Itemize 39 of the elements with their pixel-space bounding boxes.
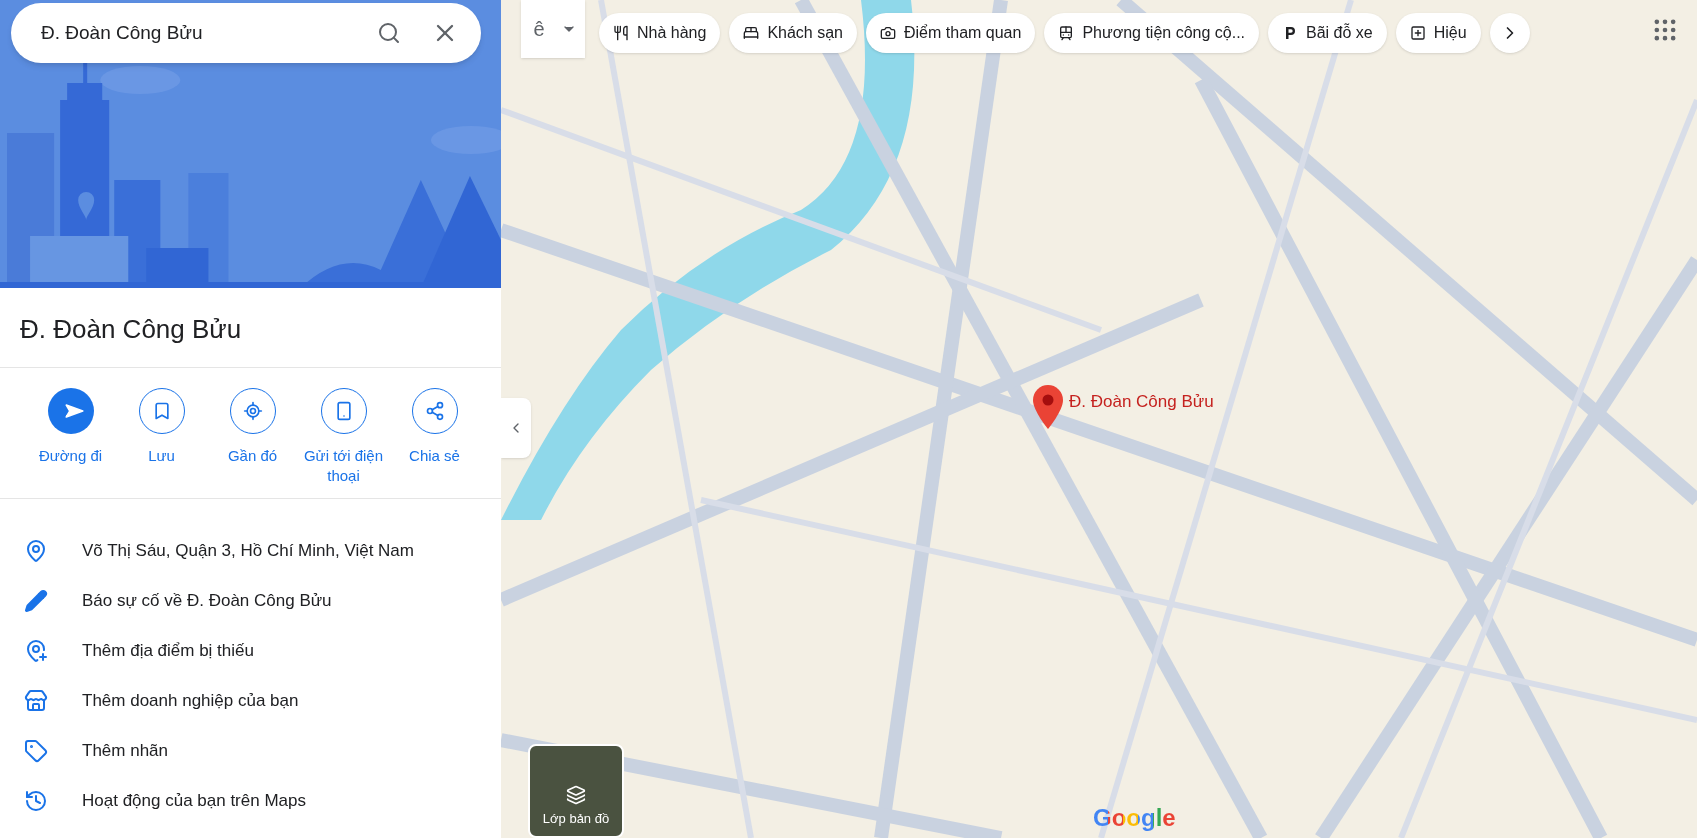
category-chip[interactable]: Bãi đỗ xe xyxy=(1268,13,1387,53)
search-bar[interactable]: Đ. Đoàn Công Bửu xyxy=(11,3,481,63)
train-icon xyxy=(1058,25,1075,41)
map-pin-icon xyxy=(1033,385,1063,429)
action-button[interactable]: Gửi tới điện thoại xyxy=(298,388,389,486)
layers-icon xyxy=(566,784,586,805)
action-button[interactable]: Lưu xyxy=(116,388,207,486)
info-row-text[interactable]: Thêm nhãn xyxy=(82,738,168,764)
store-icon xyxy=(24,689,48,713)
category-chip[interactable]: Phương tiện công cộ... xyxy=(1044,13,1260,53)
map-layers-button[interactable]: Lớp bản đồ xyxy=(528,744,624,838)
bed-icon xyxy=(743,25,760,41)
info-row-text[interactable]: Thêm địa điểm bị thiếu xyxy=(82,638,254,664)
pin-label: Đ. Đoàn Công Bửu xyxy=(1069,391,1214,414)
category-chip[interactable]: Điểm tham quan xyxy=(866,13,1036,53)
info-row-text[interactable]: Hoạt động của bạn trên Maps xyxy=(82,788,306,814)
history-icon xyxy=(24,789,48,813)
pharmacy-icon xyxy=(1409,25,1426,41)
share-icon xyxy=(424,401,445,421)
action-button[interactable]: Đường đi xyxy=(25,388,116,486)
search-icon xyxy=(377,21,401,45)
input-tool-button[interactable]: ê xyxy=(521,0,585,58)
info-row-text[interactable]: Thêm doanh nghiệp của bạn xyxy=(82,688,299,714)
category-chip[interactable]: Nhà hàng xyxy=(599,13,721,53)
camera-icon xyxy=(880,25,896,41)
action-button[interactable]: Chia sẻ xyxy=(389,388,480,486)
nearby-icon xyxy=(242,401,263,421)
action-button[interactable]: Gần đó xyxy=(207,388,298,486)
category-chip[interactable]: Hiệu xyxy=(1395,13,1481,53)
info-row-text[interactable]: Võ Thị Sáu, Quận 3, Hồ Chí Minh, Việt Nam xyxy=(82,538,414,564)
location-pin-icon xyxy=(24,539,48,563)
info-row-text[interactable]: Báo sự cố về Đ. Đoàn Công Bửu xyxy=(82,588,332,614)
map-view[interactable]: ê Nhà hàng Khách sạn Điểm tham quan Phương tiện công cộ... Bãi đỗ xe Hiệu Đ. Đoàn Công Bửu Lớp bản đồ Google xyxy=(501,0,1697,838)
category-chip[interactable]: Khách sạn xyxy=(729,13,857,53)
search-field[interactable]: Đ. Đoàn Công Bửu xyxy=(41,18,361,48)
tag-icon xyxy=(24,739,48,763)
pencil-icon xyxy=(24,589,48,613)
add-location-icon xyxy=(24,639,48,663)
fork-knife-icon xyxy=(613,25,629,41)
